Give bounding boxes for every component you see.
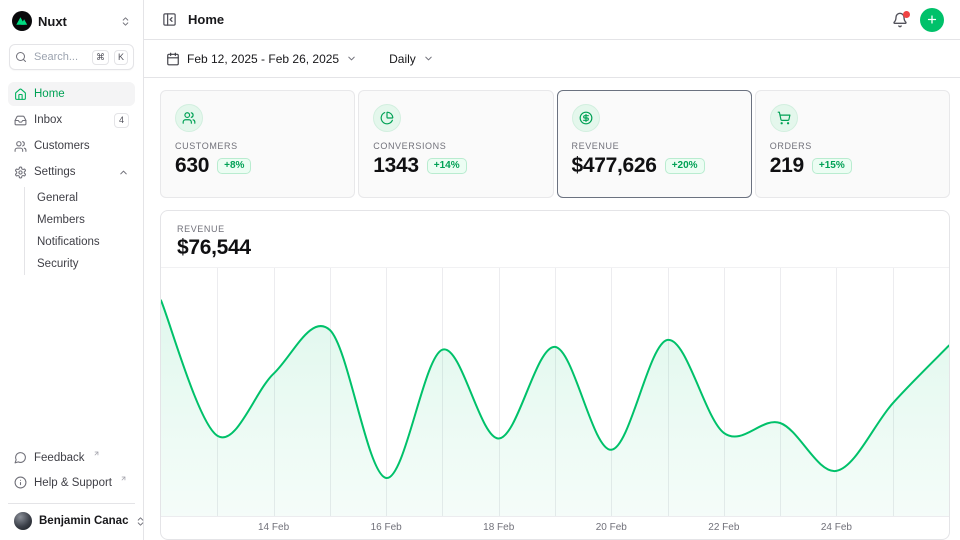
sidebar-subitem-label: Members [37,214,85,226]
stat-label: ORDERS [770,141,935,151]
sidebar-subitem-members[interactable]: Members [25,209,135,231]
chart-plot[interactable] [161,267,949,517]
notifications-button[interactable] [890,10,910,30]
dollar-circle-icon [572,104,600,132]
page-content: CUSTOMERS 630 +8% CONVERSIONS 1343 +14% [144,78,960,540]
stat-value: 219 [770,154,804,178]
chevron-down-icon [346,53,357,64]
shopping-cart-icon [770,104,798,132]
page-title: Home [188,12,224,27]
stat-value: $477,626 [572,154,657,178]
add-button[interactable] [920,8,944,32]
external-link-icon [93,450,100,457]
sidebar-subitem-label: Security [37,258,79,270]
sidebar: Nuxt ⌘ K Home Inbox 4 [0,0,144,540]
search-input-wrapper[interactable]: ⌘ K [9,44,134,70]
users-icon [175,104,203,132]
granularity-select[interactable]: Daily [383,51,440,67]
gear-icon [14,166,27,179]
stat-delta-badge: +14% [427,158,467,174]
stat-delta-badge: +15% [812,158,852,174]
stat-card-orders[interactable]: ORDERS 219 +15% [755,90,950,198]
stat-card-conversions[interactable]: CONVERSIONS 1343 +14% [358,90,553,198]
x-axis-label: 14 Feb [258,522,289,533]
search-input[interactable] [32,50,87,64]
chat-bubble-icon [14,451,27,464]
users-icon [14,140,27,153]
stat-value: 630 [175,154,209,178]
sidebar-subitem-general[interactable]: General [25,187,135,209]
plus-icon [926,13,938,26]
help-support-link[interactable]: Help & Support [8,471,135,494]
stat-label: CUSTOMERS [175,141,340,151]
house-icon [14,88,27,101]
date-range-picker[interactable]: Feb 12, 2025 - Feb 26, 2025 [160,51,363,67]
nuxt-logo-icon [12,11,32,31]
stat-delta-badge: +20% [665,158,705,174]
chevron-down-icon [423,53,434,64]
user-name: Benjamin Canac [39,515,128,527]
external-link-icon [120,475,127,482]
chart-header: REVENUE $76,544 [161,211,949,267]
stat-label: CONVERSIONS [373,141,538,151]
revenue-chart-card: REVENUE $76,544 14 Feb 16 Feb 18 Feb 20 Feb… [160,210,950,540]
sidebar-item-settings[interactable]: Settings [8,160,135,184]
x-axis-label: 20 Feb [596,522,627,533]
footer-link-label: Feedback [34,452,85,464]
kbd-k: K [114,50,128,65]
pie-chart-icon [373,104,401,132]
sidebar-subitem-security[interactable]: Security [25,253,135,275]
panel-left-close-icon [162,12,177,27]
sidebar-subitem-label: General [37,192,78,204]
chart-metric-label: REVENUE [177,224,933,234]
sidebar-collapse-button[interactable] [160,10,179,29]
sidebar-item-label: Customers [34,140,90,152]
sidebar-item-inbox[interactable]: Inbox 4 [8,108,135,132]
filters-toolbar: Feb 12, 2025 - Feb 26, 2025 Daily [144,40,960,78]
x-axis-label: 22 Feb [708,522,739,533]
revenue-area-chart [161,268,949,516]
sidebar-subitem-notifications[interactable]: Notifications [25,231,135,253]
workspace-switcher[interactable]: Nuxt [8,8,135,34]
inbox-icon [14,114,27,127]
chart-x-axis: 14 Feb 16 Feb 18 Feb 20 Feb 22 Feb 24 Feb [161,517,949,539]
x-axis-label: 18 Feb [483,522,514,533]
kbd-command: ⌘ [92,50,109,65]
chevron-up-icon [118,167,129,178]
sidebar-item-customers[interactable]: Customers [8,134,135,158]
stat-delta-badge: +8% [217,158,251,174]
calendar-icon [166,52,180,66]
page-header: Home [144,0,960,40]
stat-value: 1343 [373,154,419,178]
settings-subnav: General Members Notifications Security [24,187,135,275]
date-range-value: Feb 12, 2025 - Feb 26, 2025 [187,52,339,66]
avatar [14,512,32,530]
footer-link-label: Help & Support [34,477,112,489]
search-icon [15,51,27,63]
sidebar-item-label: Inbox [34,114,62,126]
main-area: Home Feb 12, 2025 - Feb 26, 2025 Daily [144,0,960,540]
sidebar-nav: Home Inbox 4 Customers Settings Ge [8,82,135,276]
sidebar-footer: Feedback Help & Support Benjamin Canac [8,446,135,532]
x-axis-label: 16 Feb [371,522,402,533]
chart-area-fill [161,300,949,516]
sidebar-item-home[interactable]: Home [8,82,135,106]
chevrons-up-down-icon [120,16,131,27]
stats-row: CUSTOMERS 630 +8% CONVERSIONS 1343 +14% [160,90,950,198]
stat-card-customers[interactable]: CUSTOMERS 630 +8% [160,90,355,198]
granularity-value: Daily [389,52,416,66]
sidebar-item-label: Home [34,88,65,100]
chart-metric-value: $76,544 [177,236,933,260]
workspace-name: Nuxt [38,14,114,29]
sidebar-subitem-label: Notifications [37,236,100,248]
stat-label: REVENUE [572,141,737,151]
notification-dot [903,11,910,18]
user-menu[interactable]: Benjamin Canac [8,503,135,532]
inbox-count-badge: 4 [114,113,129,128]
sidebar-item-label: Settings [34,166,76,178]
info-icon [14,476,27,489]
feedback-link[interactable]: Feedback [8,446,135,469]
stat-card-revenue[interactable]: REVENUE $477,626 +20% [557,90,752,198]
x-axis-label: 24 Feb [821,522,852,533]
